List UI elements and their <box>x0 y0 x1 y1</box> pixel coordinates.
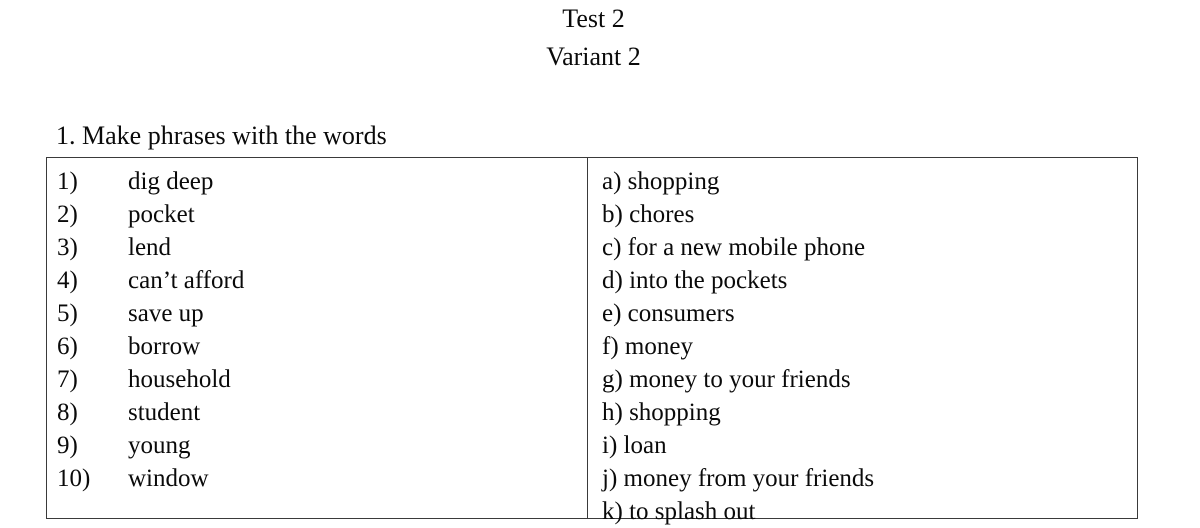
matching-exercise-table: 1) dig deep 2) pocket 3) lend 4) can’t a… <box>46 157 1138 525</box>
task-heading: 1. Make phrases with the words <box>56 121 387 150</box>
list-item: c) for a new mobile phone <box>602 234 866 261</box>
row-marker: 10) <box>57 465 91 492</box>
row-marker: 2) <box>57 201 78 228</box>
list-item: f) money <box>602 333 693 360</box>
row-marker: 4) <box>57 267 78 294</box>
row-marker: 9) <box>57 432 78 459</box>
table-row: 9) young <box>57 429 587 462</box>
row-marker: 8) <box>57 399 78 426</box>
list-item: b) chores <box>602 201 695 228</box>
document-page: Test 2 Variant 2 1. Make phrases with th… <box>0 0 1200 525</box>
list-item: a) shopping <box>602 168 720 195</box>
row-marker: 7) <box>57 366 78 393</box>
list-item: d) into the pockets <box>602 267 788 294</box>
row-text: save up <box>128 300 204 327</box>
table-row: 5) save up <box>57 297 587 330</box>
row-marker: 3) <box>57 234 78 261</box>
table-row: 7) household <box>57 363 587 396</box>
table-row: 1) dig deep <box>57 165 587 198</box>
list-item: g) money to your friends <box>602 366 851 393</box>
row-text: student <box>128 399 201 426</box>
list-item: e) consumers <box>602 300 735 327</box>
list-item: j) money from your friends <box>602 465 875 492</box>
row-marker: 1) <box>57 168 78 195</box>
row-marker: 5) <box>57 300 78 327</box>
row-text: household <box>128 366 231 393</box>
row-text: dig deep <box>128 168 214 195</box>
document-subtitle: Variant 2 <box>546 42 641 71</box>
document-title-block: Test 2 Variant 2 <box>0 0 1187 76</box>
table-row: 6) borrow <box>57 330 587 363</box>
matching-left-column: 1) dig deep 2) pocket 3) lend 4) can’t a… <box>47 158 588 518</box>
table-row: 4) can’t afford <box>57 264 587 297</box>
list-item: k) to splash out <box>602 498 756 525</box>
table-row: 3) lend <box>57 231 587 264</box>
row-text: borrow <box>128 333 201 360</box>
row-text: lend <box>128 234 172 261</box>
document-title: Test 2 <box>562 4 625 33</box>
matching-right-column: a) shopping b) chores c) for a new mobil… <box>588 158 1137 525</box>
table-row: 8) student <box>57 396 587 429</box>
list-item: i) loan <box>602 432 667 459</box>
row-text: pocket <box>128 201 195 228</box>
row-text: young <box>128 432 191 459</box>
table-row: 10) window <box>57 462 587 495</box>
table-row: 2) pocket <box>57 198 587 231</box>
row-text: window <box>128 465 209 492</box>
row-text: can’t afford <box>128 267 245 294</box>
list-item: h) shopping <box>602 399 721 426</box>
row-marker: 6) <box>57 333 78 360</box>
